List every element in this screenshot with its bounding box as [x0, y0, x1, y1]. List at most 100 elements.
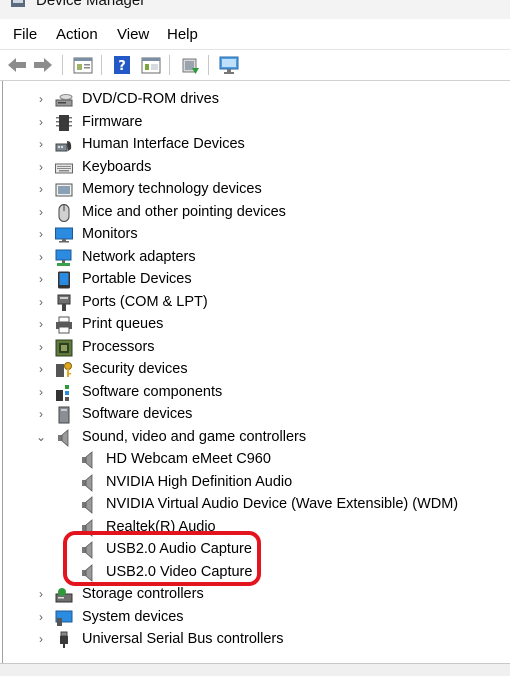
show-hide-pane-icon[interactable] — [140, 54, 162, 76]
memory-card-icon — [55, 183, 73, 197]
speaker-icon — [82, 496, 93, 514]
tree-node-keyboards[interactable]: › Keyboards — [3, 157, 503, 179]
expand-chevron-icon[interactable]: › — [36, 138, 46, 150]
portable-device-icon — [58, 271, 70, 289]
title-bar: Device Manager — [0, 0, 510, 19]
tree-node-label: Network adapters — [82, 249, 196, 265]
speaker-icon — [82, 474, 93, 492]
expand-chevron-icon[interactable]: › — [36, 633, 46, 645]
expand-chevron-icon[interactable]: › — [36, 588, 46, 600]
svg-text:?: ? — [118, 59, 126, 74]
software-device-icon — [58, 406, 70, 424]
printer-icon — [56, 316, 72, 334]
tree-node-label: Universal Serial Bus controllers — [82, 631, 284, 647]
tree-node-mice[interactable]: › Mice and other pointing devices — [3, 202, 503, 224]
tree-node-network-adapters[interactable]: › Network adapters — [3, 247, 503, 269]
tree-node-software-devices[interactable]: › Software devices — [3, 404, 503, 426]
tree-node-label: Monitors — [82, 226, 138, 242]
tree-node-label: Keyboards — [82, 159, 152, 175]
tree-node-security-devices[interactable]: › Security devices — [3, 359, 503, 381]
tree-node-software-components[interactable]: › Software components — [3, 382, 503, 404]
menu-view[interactable]: View — [117, 26, 149, 43]
toolbar: ? — [0, 50, 510, 81]
expand-chevron-icon[interactable]: › — [36, 363, 46, 375]
tree-node-label: Software components — [82, 384, 223, 400]
tree-node-portable-devices[interactable]: › Portable Devices — [3, 269, 503, 291]
device-item-nvidia-virtual-audio[interactable]: NVIDIA Virtual Audio Device (Wave Extens… — [3, 494, 503, 516]
menu-action[interactable]: Action — [56, 26, 98, 43]
tree-node-label: Memory technology devices — [82, 181, 262, 197]
tree-node-print-queues[interactable]: › Print queues — [3, 314, 503, 336]
hid-icon — [55, 141, 72, 152]
expand-chevron-icon[interactable]: › — [36, 296, 46, 308]
security-key-icon — [56, 362, 72, 377]
menu-file[interactable]: File — [13, 26, 37, 43]
expand-chevron-icon[interactable]: › — [36, 341, 46, 353]
processor-icon — [55, 339, 73, 357]
highlight-annotation-box — [63, 531, 261, 586]
network-adapter-icon — [55, 249, 72, 266]
tree-node-label: System devices — [82, 609, 184, 625]
tree-node-firmware[interactable]: › Firmware — [3, 112, 503, 134]
tree-node-storage-controllers[interactable]: › Storage controllers — [3, 584, 503, 606]
status-bar — [0, 663, 510, 676]
device-item-hd-webcam[interactable]: HD Webcam eMeet C960 — [3, 449, 503, 471]
expand-chevron-icon[interactable]: › — [36, 161, 46, 173]
expand-chevron-icon[interactable]: › — [36, 611, 46, 623]
expand-chevron-icon[interactable]: › — [36, 408, 46, 420]
tree-node-label: DVD/CD-ROM drives — [82, 91, 219, 107]
storage-controller-icon — [55, 588, 73, 603]
tree-node-system-devices[interactable]: › System devices — [3, 607, 503, 629]
tree-node-label: Firmware — [82, 114, 143, 130]
tree-node-monitors[interactable]: › Monitors — [3, 224, 503, 246]
software-components-icon — [56, 385, 69, 401]
tree-node-label: Mice and other pointing devices — [82, 204, 286, 220]
tree-node-label: Sound, video and game controllers — [82, 429, 307, 445]
device-item-nvidia-hd-audio[interactable]: NVIDIA High Definition Audio — [3, 472, 503, 494]
menu-bar: File Action View Help — [0, 19, 510, 50]
expand-chevron-icon[interactable]: › — [36, 206, 46, 218]
tree-node-label: Storage controllers — [82, 586, 204, 602]
device-item-label: NVIDIA High Definition Audio — [106, 474, 293, 490]
tree-node-processors[interactable]: › Processors — [3, 337, 503, 359]
tree-node-label: Ports (COM & LPT) — [82, 294, 208, 310]
device-item-label: HD Webcam eMeet C960 — [106, 451, 271, 467]
mouse-icon — [58, 204, 70, 222]
port-icon — [57, 294, 71, 311]
tree-node-sound-video-game-controllers[interactable]: ⌄ Sound, video and game controllers — [3, 427, 503, 449]
expand-chevron-icon[interactable]: › — [36, 251, 46, 263]
tree-node-label: Portable Devices — [82, 271, 192, 287]
collapse-chevron-icon[interactable]: ⌄ — [36, 431, 46, 443]
expand-chevron-icon[interactable]: › — [36, 183, 46, 195]
window-title: Device Manager — [36, 0, 146, 9]
tree-node-label: Security devices — [82, 361, 188, 377]
expand-chevron-icon[interactable]: › — [36, 318, 46, 330]
tree-node-dvd-cd-rom-drives[interactable]: › DVD/CD-ROM drives — [3, 89, 503, 111]
help-icon[interactable]: ? — [111, 54, 133, 76]
speaker-icon — [82, 451, 93, 469]
tree-node-label: Print queues — [82, 316, 164, 332]
expand-chevron-icon[interactable]: › — [36, 116, 46, 128]
device-item-label: NVIDIA Virtual Audio Device (Wave Extens… — [106, 496, 459, 512]
forward-arrow-icon[interactable] — [32, 54, 54, 76]
usb-icon — [60, 631, 68, 648]
system-devices-icon — [55, 610, 73, 626]
scan-hardware-icon[interactable] — [218, 54, 240, 76]
tree-node-usb-controllers[interactable]: › Universal Serial Bus controllers — [3, 629, 503, 651]
expand-chevron-icon[interactable]: › — [36, 93, 46, 105]
tree-node-ports[interactable]: › Ports (COM & LPT) — [3, 292, 503, 314]
expand-chevron-icon[interactable]: › — [36, 386, 46, 398]
back-arrow-icon[interactable] — [6, 54, 28, 76]
keyboard-icon — [55, 163, 73, 174]
properties-pane-icon[interactable] — [72, 54, 94, 76]
expand-chevron-icon[interactable]: › — [36, 228, 46, 240]
firmware-chip-icon — [56, 115, 72, 131]
device-manager-app-icon — [11, 0, 25, 7]
tree-node-label: Software devices — [82, 406, 193, 422]
menu-help[interactable]: Help — [167, 26, 198, 43]
update-driver-icon[interactable] — [179, 54, 201, 76]
tree-node-human-interface-devices[interactable]: › Human Interface Devices — [3, 134, 503, 156]
monitor-icon — [55, 227, 73, 243]
expand-chevron-icon[interactable]: › — [36, 273, 46, 285]
tree-node-memory-technology-devices[interactable]: › Memory technology devices — [3, 179, 503, 201]
